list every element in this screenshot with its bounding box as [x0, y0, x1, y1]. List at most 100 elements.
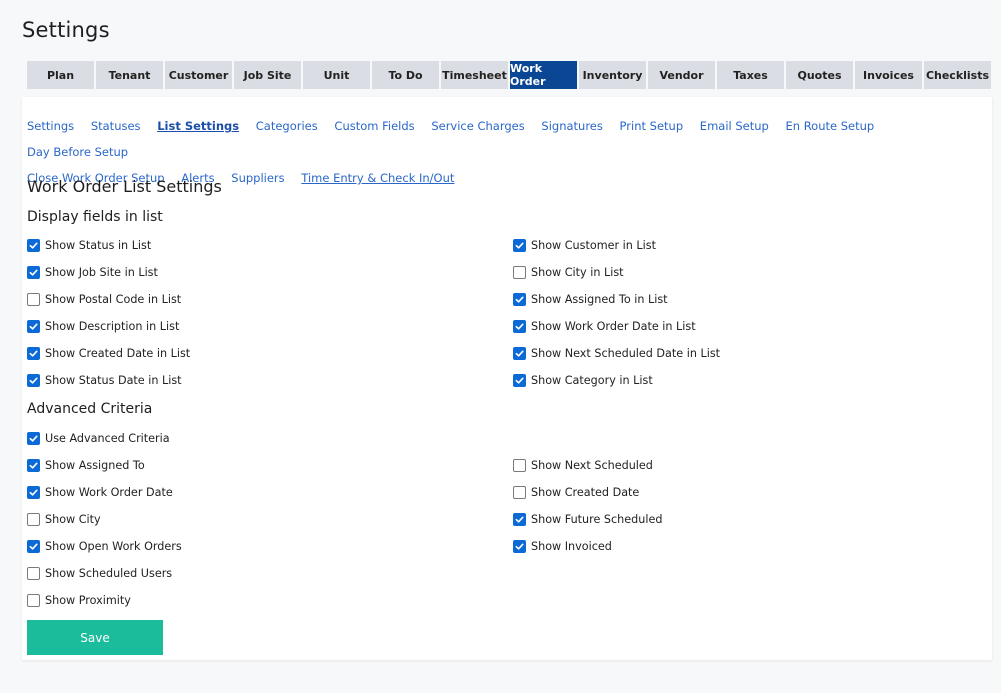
check-mark-icon [515, 323, 524, 330]
page-title: Settings [22, 18, 110, 42]
check-mark-icon [29, 269, 38, 276]
tab-tenant[interactable]: Tenant [96, 61, 163, 89]
checkbox-show-category[interactable]: Show Category in List [513, 374, 653, 387]
check-mark-icon [515, 543, 524, 550]
checkbox-adv-next-scheduled[interactable]: Show Next Scheduled [513, 459, 653, 472]
subnav-list-settings[interactable]: List Settings [157, 119, 239, 133]
checkbox-show-postal-code[interactable]: Show Postal Code in List [27, 293, 181, 306]
checkbox-label: Show Next Scheduled Date in List [531, 347, 721, 360]
checkbox-icon[interactable] [513, 320, 526, 333]
tab-taxes[interactable]: Taxes [717, 61, 784, 89]
subnav-suppliers[interactable]: Suppliers [231, 171, 284, 185]
tab-invoices[interactable]: Invoices [855, 61, 922, 89]
checkbox-icon[interactable] [27, 320, 40, 333]
tab-quotes[interactable]: Quotes [786, 61, 853, 89]
checkbox-icon[interactable] [27, 293, 40, 306]
checkbox-label: Show Scheduled Users [45, 567, 173, 580]
checkbox-icon[interactable] [513, 347, 526, 360]
tab-unit[interactable]: Unit [303, 61, 370, 89]
checkbox-label: Show Status Date in List [45, 374, 182, 387]
subnav-custom-fields[interactable]: Custom Fields [334, 119, 414, 133]
checkbox-label: Show Assigned To in List [531, 293, 668, 306]
checkbox-adv-work-order-date[interactable]: Show Work Order Date [27, 486, 173, 499]
checkbox-adv-scheduled-users[interactable]: Show Scheduled Users [27, 567, 172, 580]
subnav-signatures[interactable]: Signatures [541, 119, 602, 133]
checkbox-adv-proximity[interactable]: Show Proximity [27, 594, 131, 607]
checkbox-adv-assigned-to[interactable]: Show Assigned To [27, 459, 145, 472]
checkbox-adv-open-work-orders[interactable]: Show Open Work Orders [27, 540, 182, 553]
checkbox-label: Show Customer in List [531, 239, 656, 252]
checkbox-label: Show Open Work Orders [45, 540, 182, 553]
checkbox-icon[interactable] [513, 374, 526, 387]
tab-plan[interactable]: Plan [27, 61, 94, 89]
checkbox-icon[interactable] [513, 266, 526, 279]
save-button[interactable]: Save [27, 620, 163, 655]
checkbox-adv-invoiced[interactable]: Show Invoiced [513, 540, 612, 553]
checkbox-icon[interactable] [27, 594, 40, 607]
checkbox-show-assigned-to[interactable]: Show Assigned To in List [513, 293, 668, 306]
subnav-statuses[interactable]: Statuses [91, 119, 141, 133]
tab-to-do[interactable]: To Do [372, 61, 439, 89]
checkbox-label: Show Work Order Date in List [531, 320, 696, 333]
checkbox-show-city[interactable]: Show City in List [513, 266, 624, 279]
checkbox-label: Show City [45, 513, 101, 526]
checkbox-icon[interactable] [27, 374, 40, 387]
settings-tabs: Plan Tenant Customer Job Site Unit To Do… [27, 61, 993, 89]
subnav-categories[interactable]: Categories [256, 119, 318, 133]
checkbox-label: Show Status in List [45, 239, 152, 252]
checkbox-label: Show Work Order Date [45, 486, 173, 499]
checkbox-label: Show Category in List [531, 374, 653, 387]
subnav-service-charges[interactable]: Service Charges [431, 119, 524, 133]
checkbox-show-status-date[interactable]: Show Status Date in List [27, 374, 182, 387]
checkbox-label: Show Job Site in List [45, 266, 158, 279]
subnav-day-before-setup[interactable]: Day Before Setup [27, 145, 128, 159]
checkbox-show-next-scheduled-date[interactable]: Show Next Scheduled Date in List [513, 347, 720, 360]
checkbox-show-created-date[interactable]: Show Created Date in List [27, 347, 190, 360]
check-mark-icon [29, 350, 38, 357]
checkbox-icon[interactable] [513, 239, 526, 252]
settings-panel: Settings Statuses List Settings Categori… [22, 97, 992, 660]
subnav-print-setup[interactable]: Print Setup [620, 119, 684, 133]
subnav-email-setup[interactable]: Email Setup [700, 119, 769, 133]
subnav-time-entry[interactable]: Time Entry & Check In/Out [301, 171, 454, 185]
checkbox-adv-created-date[interactable]: Show Created Date [513, 486, 639, 499]
checkbox-label: Show Next Scheduled [531, 459, 653, 472]
checkbox-label: Show Postal Code in List [45, 293, 182, 306]
checkbox-icon[interactable] [513, 486, 526, 499]
tab-timesheet[interactable]: Timesheet [441, 61, 508, 89]
check-mark-icon [515, 377, 524, 384]
checkbox-show-description[interactable]: Show Description in List [27, 320, 179, 333]
checkbox-icon[interactable] [27, 540, 40, 553]
checkbox-show-status[interactable]: Show Status in List [27, 239, 151, 252]
checkbox-adv-future-scheduled[interactable]: Show Future Scheduled [513, 513, 662, 526]
subnav-settings[interactable]: Settings [27, 119, 74, 133]
section-title: Work Order List Settings [27, 177, 222, 196]
checkbox-adv-city[interactable]: Show City [27, 513, 101, 526]
tab-inventory[interactable]: Inventory [579, 61, 646, 89]
checkbox-show-work-order-date[interactable]: Show Work Order Date in List [513, 320, 696, 333]
checkbox-icon[interactable] [27, 513, 40, 526]
checkbox-icon[interactable] [27, 459, 40, 472]
checkbox-show-customer[interactable]: Show Customer in List [513, 239, 656, 252]
checkbox-icon[interactable] [513, 293, 526, 306]
check-mark-icon [29, 242, 38, 249]
checkbox-icon[interactable] [27, 266, 40, 279]
tab-job-site[interactable]: Job Site [234, 61, 301, 89]
checkbox-icon[interactable] [513, 540, 526, 553]
check-mark-icon [515, 296, 524, 303]
subnav-en-route-setup[interactable]: En Route Setup [786, 119, 875, 133]
checkbox-icon[interactable] [27, 567, 40, 580]
checkbox-icon[interactable] [27, 432, 40, 445]
checkbox-icon[interactable] [513, 459, 526, 472]
tab-vendor[interactable]: Vendor [648, 61, 715, 89]
checkbox-show-job-site[interactable]: Show Job Site in List [27, 266, 158, 279]
tab-checklists[interactable]: Checklists [924, 61, 991, 89]
check-mark-icon [515, 516, 524, 523]
tab-customer[interactable]: Customer [165, 61, 232, 89]
checkbox-icon[interactable] [27, 239, 40, 252]
tab-work-order[interactable]: Work Order [510, 61, 577, 89]
checkbox-icon[interactable] [27, 347, 40, 360]
checkbox-use-advanced-criteria[interactable]: Use Advanced Criteria [27, 432, 170, 445]
checkbox-icon[interactable] [513, 513, 526, 526]
checkbox-icon[interactable] [27, 486, 40, 499]
